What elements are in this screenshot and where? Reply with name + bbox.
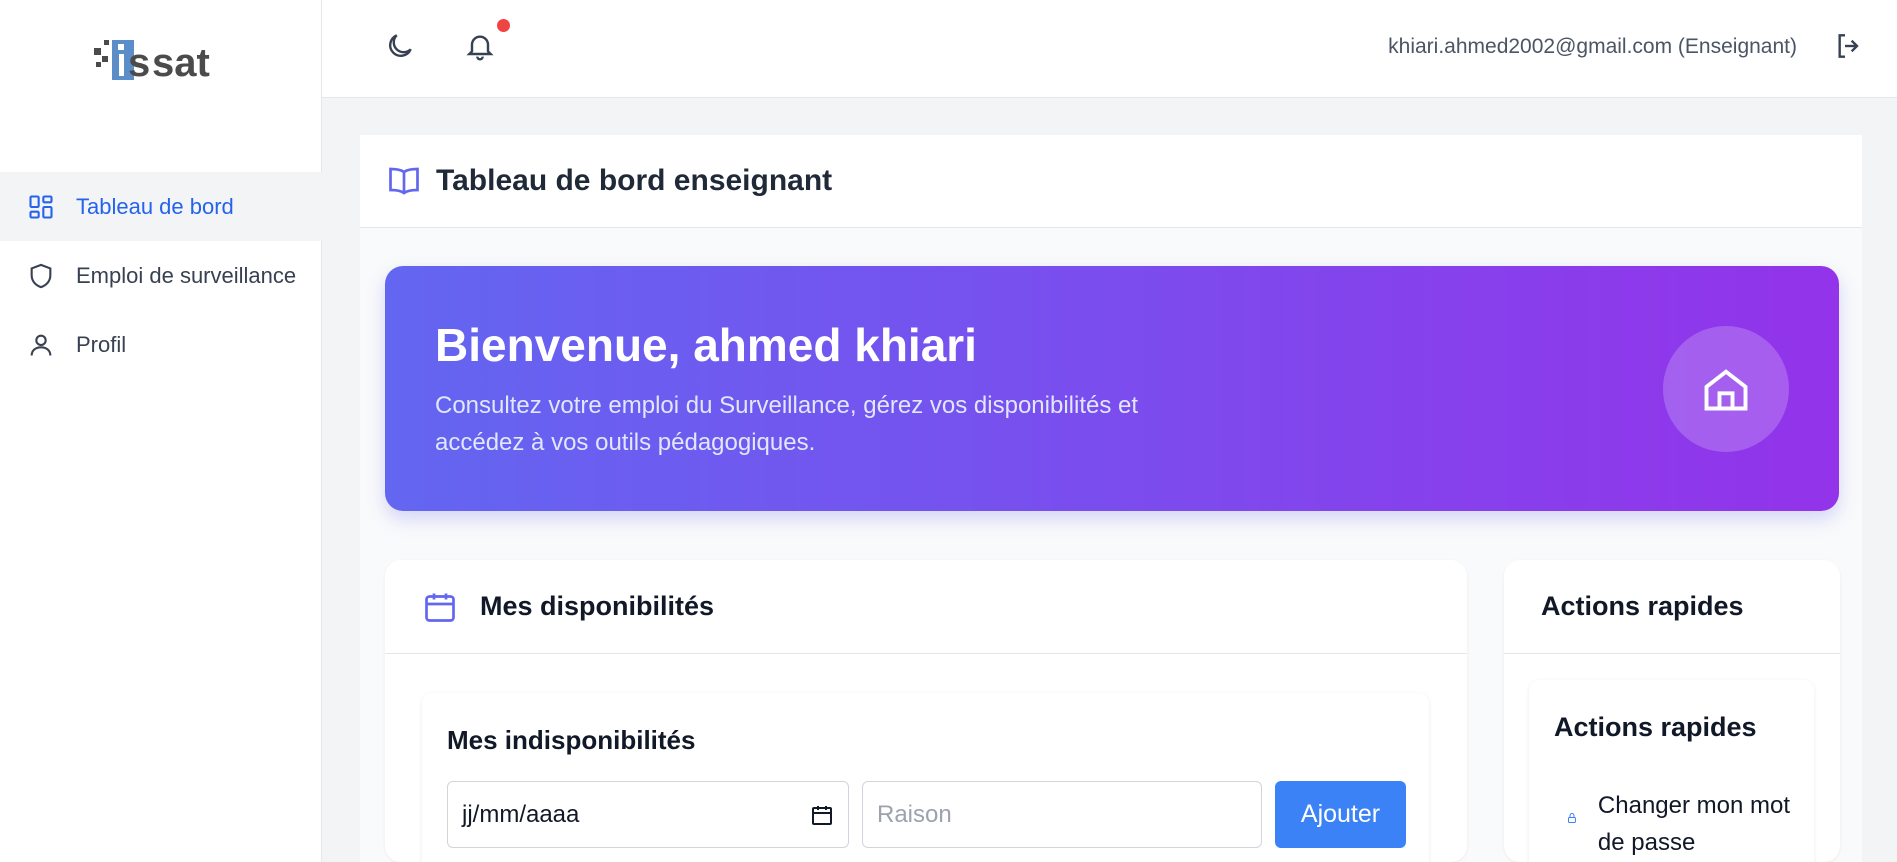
date-input[interactable]: jj/mm/aaaa: [447, 781, 849, 848]
availability-card: Mes disponibilités Mes indisponibilités …: [385, 560, 1467, 862]
welcome-text: Consultez votre emploi du Surveillance, …: [435, 392, 1139, 456]
notification-dot: [497, 19, 510, 32]
add-button[interactable]: Ajouter: [1275, 781, 1406, 848]
svg-text:s: s: [128, 41, 150, 85]
user-icon: [26, 330, 56, 360]
lock-icon: [1567, 813, 1576, 823]
logout-button[interactable]: [1829, 26, 1869, 66]
page-title: Tableau de bord enseignant: [436, 164, 833, 197]
svg-text:sat: sat: [152, 41, 210, 85]
availability-card-header: Mes disponibilités: [385, 560, 1467, 654]
date-input-value: jj/mm/aaaa: [462, 800, 580, 828]
dashboard-grid-icon: [26, 192, 56, 222]
sidebar: s sat Tableau de bord Emploi de surveill…: [0, 0, 322, 862]
change-password-action[interactable]: Changer mon mot de passe: [1554, 787, 1794, 861]
shield-icon: [26, 261, 56, 291]
book-open-icon: [389, 167, 419, 195]
logo-graphic: s sat: [94, 40, 210, 85]
change-password-label: Changer mon mot de passe: [1597, 792, 1791, 856]
sidebar-item-profil[interactable]: Profil: [0, 310, 322, 379]
notifications-button[interactable]: [460, 26, 500, 66]
moon-icon: [389, 34, 412, 57]
sidebar-nav: Tableau de bord Emploi de surveillance P…: [0, 172, 322, 379]
reason-placeholder: Raison: [877, 800, 952, 828]
quick-actions-card: Actions rapides Actions rapides Changer …: [1504, 560, 1840, 862]
home-icon-badge: [1663, 326, 1789, 452]
sidebar-item-dashboard[interactable]: Tableau de bord: [0, 172, 322, 241]
reason-input[interactable]: Raison: [862, 781, 1262, 848]
sidebar-item-surveillance[interactable]: Emploi de surveillance: [0, 241, 322, 310]
availability-title: Mes disponibilités: [480, 591, 715, 621]
quick-actions-inner-title: Actions rapides: [1554, 712, 1757, 742]
calendar-icon: [425, 593, 455, 622]
issat-logo[interactable]: s sat: [92, 34, 242, 106]
welcome-banner: Bienvenue, ahmed khiari Consultez votre …: [385, 266, 1839, 511]
logout-icon: [1838, 34, 1859, 58]
unavailability-form: Mes indisponibilités jj/mm/aaaa Raison A…: [422, 693, 1429, 862]
quick-actions-header: Actions rapides: [1504, 560, 1840, 654]
theme-toggle-button[interactable]: [380, 26, 420, 66]
sidebar-item-label: Profil: [76, 331, 127, 357]
calendar-picker-icon[interactable]: [810, 803, 834, 827]
home-icon: [1704, 369, 1748, 411]
user-label: khiari.ahmed2002@gmail.com (Enseignant): [1388, 35, 1797, 58]
page-header: Tableau de bord enseignant: [360, 135, 1862, 228]
welcome-heading: Bienvenue, ahmed khiari: [435, 319, 977, 371]
unavailability-title: Mes indisponibilités: [447, 725, 696, 755]
quick-actions-title: Actions rapides: [1541, 591, 1744, 621]
sidebar-item-label: Tableau de bord: [76, 193, 234, 219]
top-bar: khiari.ahmed2002@gmail.com (Enseignant): [322, 0, 1897, 98]
quick-actions-panel: Actions rapides Changer mon mot de passe: [1529, 680, 1814, 862]
bell-icon: [466, 35, 494, 61]
sidebar-item-label: Emploi de surveillance: [76, 262, 297, 288]
main-content: Tableau de bord enseignant Bienvenue, ah…: [360, 135, 1862, 862]
